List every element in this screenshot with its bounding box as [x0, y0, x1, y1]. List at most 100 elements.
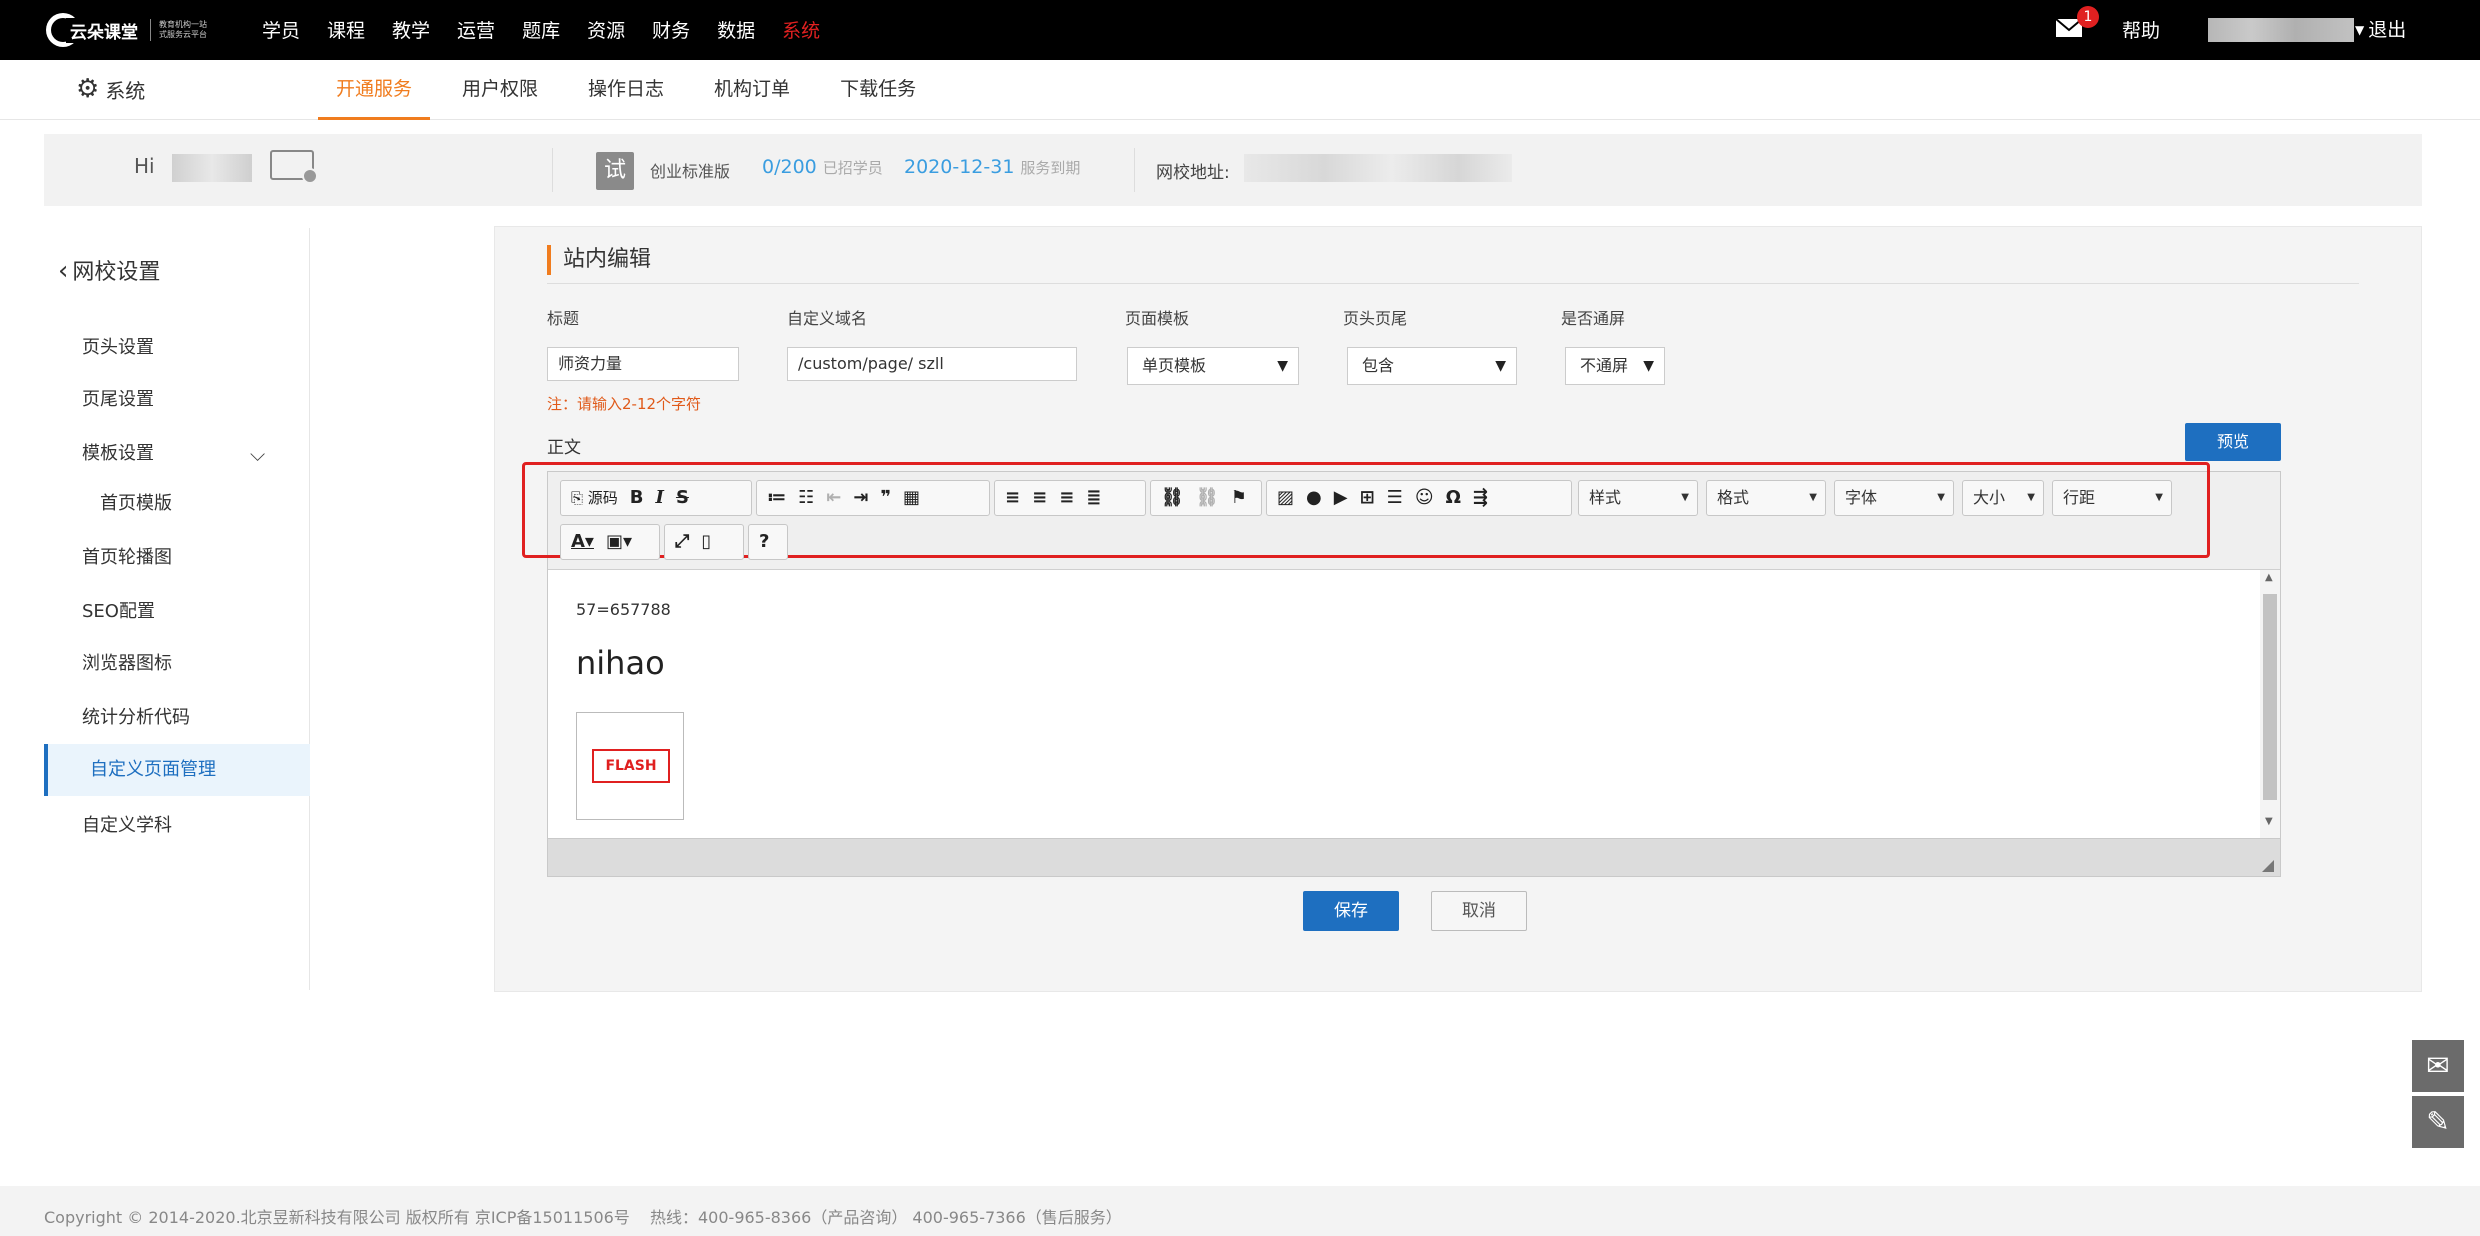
- sidebar-item-homepage-carousel[interactable]: 首页轮播图: [44, 532, 310, 584]
- view-group: ⤢ ▯: [664, 524, 744, 560]
- sidebar-item-header-settings[interactable]: 页头设置: [44, 322, 310, 374]
- dropdown-arrow-icon: ▼: [2027, 492, 2035, 503]
- line-height-combo-label: 行距: [2063, 488, 2096, 507]
- hotline-text: 热线：400-965-8366（产品咨询） 400-965-7366（售后服务）: [650, 1208, 1122, 1227]
- show-blocks-icon[interactable]: ▯: [701, 533, 711, 551]
- flash-icon[interactable]: ●: [1306, 489, 1322, 507]
- line-height-combo[interactable]: 行距 ▼: [2052, 480, 2172, 516]
- sidebar-item-seo[interactable]: SEO配置: [44, 586, 310, 638]
- nav-question-bank[interactable]: 题库: [522, 16, 560, 43]
- logo-name: 云朵课堂: [66, 17, 142, 43]
- sidebar-item-custom-subjects[interactable]: 自定义学科: [44, 800, 310, 852]
- save-button[interactable]: 保存: [1303, 891, 1399, 931]
- mail-button[interactable]: 1: [2055, 6, 2099, 38]
- expire-date-label: 服务到期: [1020, 159, 1081, 177]
- help-question-icon[interactable]: ?: [759, 533, 769, 551]
- bold-icon[interactable]: B: [630, 489, 644, 507]
- table-icon[interactable]: ⊞: [1360, 489, 1375, 507]
- align-right-icon[interactable]: ≡: [1059, 489, 1074, 507]
- header-footer-select[interactable]: 包含 ▼: [1347, 347, 1517, 385]
- font-combo[interactable]: 字体 ▼: [1834, 480, 1954, 516]
- text-color-icon[interactable]: A▾: [571, 533, 594, 551]
- site-address-redacted[interactable]: [1244, 154, 1512, 182]
- settings-sidebar: ‹ 网校设置 页头设置 页尾设置 模板设置 ⌵ 首页模版 首页轮播图 SEO配置 浏…: [44, 228, 310, 990]
- preview-button[interactable]: 预览: [2185, 423, 2281, 461]
- style-combo[interactable]: 样式 ▼: [1578, 480, 1698, 516]
- strikethrough-icon[interactable]: S: [676, 489, 689, 507]
- sidebar-item-footer-settings[interactable]: 页尾设置: [44, 374, 310, 426]
- fullscreen-select[interactable]: 不通屏 ▼: [1565, 347, 1665, 385]
- nav-courses[interactable]: 课程: [327, 16, 365, 43]
- numbered-list-icon[interactable]: ≔: [767, 489, 786, 507]
- background-color-icon[interactable]: ▣▾: [606, 533, 632, 551]
- domain-input[interactable]: /custom/page/ szll: [787, 347, 1077, 381]
- title-input[interactable]: 师资力量: [547, 347, 739, 381]
- nav-operations[interactable]: 运营: [457, 16, 495, 43]
- scrollbar-thumb[interactable]: [2263, 594, 2277, 800]
- blockquote-icon[interactable]: ❞: [880, 489, 891, 507]
- video-icon[interactable]: ▶: [1334, 489, 1348, 507]
- id-card-icon[interactable]: [270, 150, 318, 184]
- nav-system[interactable]: 系统: [782, 16, 820, 43]
- divider: [1134, 148, 1135, 192]
- sidebar-item-homepage-template[interactable]: 首页模版: [44, 478, 310, 530]
- editor-content-area[interactable]: 57=657788 nihao FLASH: [548, 570, 2280, 838]
- dropdown-arrow-icon: ▼: [1277, 358, 1288, 374]
- cancel-button[interactable]: 取消: [1431, 891, 1527, 931]
- template-select[interactable]: 单页模板 ▼: [1127, 347, 1299, 385]
- sidebar-item-favicon[interactable]: 浏览器图标: [44, 638, 310, 690]
- expire-date: 2020-12-31 服务到期: [904, 156, 1080, 178]
- align-left-icon[interactable]: ≡: [1005, 489, 1020, 507]
- tab-download-tasks[interactable]: 下载任务: [822, 60, 934, 120]
- nav-data[interactable]: 数据: [717, 16, 755, 43]
- tab-org-orders[interactable]: 机构订单: [696, 60, 808, 120]
- tab-operation-log[interactable]: 操作日志: [570, 60, 682, 120]
- source-button[interactable]: ⎘ 源码: [571, 490, 618, 506]
- outdent-icon[interactable]: ⇤: [826, 489, 841, 507]
- unlink-icon[interactable]: ⛓: [1196, 489, 1219, 507]
- brand-logo[interactable]: 云朵课堂 教育机构一站式服务云平台: [46, 8, 211, 52]
- maximize-icon[interactable]: ⤢: [675, 533, 689, 551]
- format-combo[interactable]: 格式 ▼: [1706, 480, 1826, 516]
- logo-slogan: 教育机构一站式服务云平台: [159, 20, 207, 39]
- user-name-redacted[interactable]: [2208, 18, 2354, 42]
- scroll-up-icon[interactable]: ▲: [2265, 572, 2273, 583]
- anchor-flag-icon[interactable]: ⚑: [1231, 489, 1247, 507]
- scroll-down-icon[interactable]: ▼: [2265, 816, 2273, 827]
- horizontal-rule-icon[interactable]: ☰: [1387, 489, 1403, 507]
- editor-scrollbar[interactable]: ▲ ▼: [2260, 570, 2280, 838]
- div-icon[interactable]: ▦: [903, 489, 920, 507]
- nav-resources[interactable]: 资源: [587, 16, 625, 43]
- sidebar-back-title[interactable]: ‹ 网校设置: [58, 254, 160, 286]
- resize-grip-icon[interactable]: [2262, 860, 2274, 872]
- smiley-icon[interactable]: ☺: [1415, 489, 1434, 507]
- divider: [547, 283, 2359, 284]
- flash-label: FLASH: [592, 749, 670, 783]
- link-icon[interactable]: ⛓: [1161, 489, 1184, 507]
- nav-finance[interactable]: 财务: [652, 16, 690, 43]
- align-justify-icon[interactable]: ≣: [1086, 489, 1101, 507]
- indent-icon[interactable]: ⇥: [853, 489, 868, 507]
- logout-link[interactable]: ▼ 退出: [2355, 15, 2406, 42]
- image-icon[interactable]: ▨: [1277, 489, 1294, 507]
- flash-embed[interactable]: FLASH: [576, 712, 684, 820]
- special-char-icon[interactable]: Ω: [1446, 489, 1461, 507]
- edit-page-panel: 站内编辑 标题 自定义域名 页面模板 页头页尾 是否通屏 师资力量 /custo…: [494, 226, 2422, 992]
- tab-activate-service[interactable]: 开通服务: [318, 60, 431, 120]
- message-float-button[interactable]: ✉: [2412, 1040, 2464, 1092]
- feedback-float-button[interactable]: ✎: [2412, 1096, 2464, 1148]
- tab-user-permissions[interactable]: 用户权限: [444, 60, 556, 120]
- size-combo[interactable]: 大小 ▼: [1962, 480, 2044, 516]
- greeting: Hi: [134, 154, 155, 178]
- nav-students[interactable]: 学员: [262, 16, 300, 43]
- link-group: ⛓ ⛓ ⚑: [1150, 480, 1262, 516]
- italic-icon[interactable]: I: [656, 489, 664, 507]
- sidebar-item-analytics-code[interactable]: 统计分析代码: [44, 692, 310, 744]
- bullet-list-icon[interactable]: ☷: [798, 489, 814, 507]
- help-link[interactable]: 帮助: [2122, 16, 2160, 43]
- align-center-icon[interactable]: ≡: [1032, 489, 1047, 507]
- nav-teaching[interactable]: 教学: [392, 16, 430, 43]
- sidebar-item-template-settings[interactable]: 模板设置 ⌵: [44, 428, 310, 480]
- sidebar-item-custom-pages[interactable]: 自定义页面管理: [44, 744, 310, 796]
- page-break-icon[interactable]: ⇶: [1473, 489, 1488, 507]
